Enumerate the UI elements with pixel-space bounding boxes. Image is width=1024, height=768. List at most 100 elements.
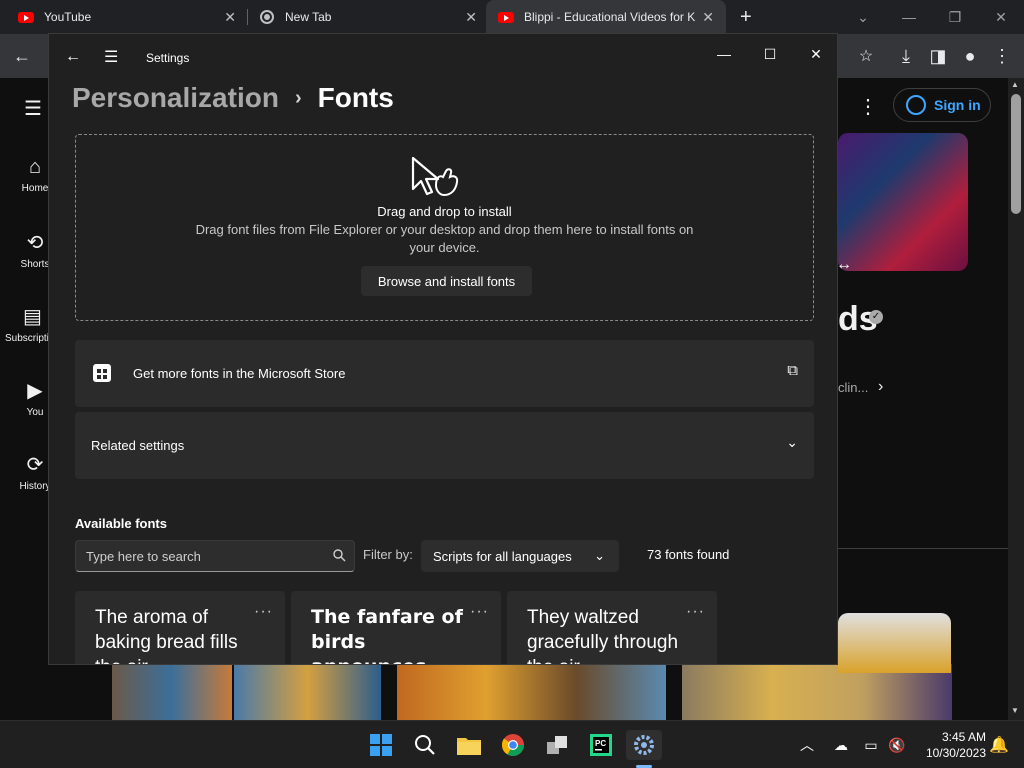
youtube-icon	[18, 9, 34, 25]
pycharm-icon[interactable]: PC	[586, 730, 616, 760]
hamburger-menu-icon[interactable]: ☰	[24, 96, 42, 121]
font-drop-zone[interactable]: Drag and drop to install Drag font files…	[75, 134, 814, 321]
chevron-down-icon: ⌄	[594, 548, 605, 563]
time: 3:45 AM	[941, 730, 986, 744]
maximize-icon[interactable]: ☐	[747, 40, 793, 68]
tab-blippi[interactable]: Blippi - Educational Videos for K ✕	[486, 0, 726, 34]
close-window-icon[interactable]: ✕	[793, 40, 837, 68]
side-panel-icon[interactable]: ◨	[924, 42, 952, 70]
download-icon[interactable]: ⤓	[892, 42, 920, 70]
font-preview-text: The aroma of baking bread fills the air	[95, 607, 238, 664]
tab-new-tab[interactable]: New Tab ✕	[259, 0, 481, 34]
onedrive-icon[interactable]: ☁	[826, 730, 856, 760]
hamburger-menu-icon[interactable]: ☰	[104, 47, 118, 67]
window-title: Settings	[146, 51, 190, 65]
date: 10/30/2023	[925, 746, 986, 760]
channel-description: clin...	[838, 380, 869, 395]
language-filter-dropdown[interactable]: Scripts for all languages ⌄	[421, 540, 619, 572]
store-icon	[93, 364, 111, 382]
volume-muted-icon[interactable]: 🔇	[882, 730, 912, 760]
font-search-input[interactable]: Type here to search	[75, 540, 355, 572]
back-arrow-icon[interactable]: ←	[65, 48, 81, 66]
tab-youtube[interactable]: YouTube ✕	[18, 0, 240, 34]
tab-title: New Tab	[285, 10, 332, 24]
search-icon[interactable]	[410, 730, 440, 760]
youtube-icon	[498, 9, 514, 25]
resize-cursor-icon: ↔	[836, 256, 852, 273]
font-preview-text: They waltzed gracefully through the air	[527, 607, 679, 664]
more-options-icon[interactable]: ⋮	[858, 94, 878, 119]
chevron-right-icon: ›	[294, 86, 302, 109]
search-icon	[333, 549, 346, 565]
more-options-icon[interactable]: ···	[686, 603, 705, 621]
more-options-icon[interactable]: ···	[254, 603, 273, 621]
minimize-icon[interactable]: —	[701, 40, 747, 68]
app-icon[interactable]	[542, 730, 572, 760]
search-placeholder: Type here to search	[86, 548, 201, 564]
chevron-down-icon: ⌄	[786, 434, 798, 450]
account-icon	[906, 95, 926, 115]
verified-badge-icon: ✓	[869, 310, 883, 324]
profile-icon[interactable]: ●	[956, 42, 984, 70]
chevron-right-icon[interactable]: ›	[878, 378, 883, 396]
nav-label: Home	[21, 183, 49, 194]
windows-start-icon[interactable]	[366, 730, 396, 760]
chrome-icon[interactable]	[498, 730, 528, 760]
font-preview-text: The fanfare of birds announces the morni…	[311, 606, 463, 664]
scroll-up-icon[interactable]: ▲	[1011, 80, 1019, 89]
available-fonts-heading: Available fonts	[75, 516, 167, 531]
page-title: Fonts	[317, 82, 394, 113]
nav-label: History	[19, 481, 51, 492]
font-card[interactable]: They waltzed gracefully through the air …	[507, 591, 717, 664]
breadcrumb: Personalization › Fonts	[72, 82, 394, 114]
font-card[interactable]: The fanfare of birds announces the morni…	[291, 591, 501, 664]
drop-heading: Drag and drop to install	[377, 204, 512, 219]
video-thumbnail[interactable]	[838, 613, 951, 673]
filter-value: Scripts for all languages	[433, 548, 572, 564]
new-tab-button[interactable]: +	[740, 0, 760, 34]
filter-label: Filter by:	[363, 547, 413, 562]
settings-gear-icon[interactable]	[626, 730, 662, 760]
nav-label: You	[26, 407, 44, 418]
close-tab-icon[interactable]: ✕	[702, 9, 714, 26]
breadcrumb-parent[interactable]: Personalization	[72, 82, 279, 114]
drop-description: Drag font files from File Explorer or yo…	[195, 222, 694, 255]
sign-in-button[interactable]: Sign in	[893, 88, 991, 122]
bookmark-star-icon[interactable]: ☆	[852, 42, 880, 70]
scrollbar-thumb[interactable]	[1011, 94, 1021, 214]
svg-text:PC: PC	[595, 739, 606, 748]
chevron-up-icon[interactable]: ︿	[792, 730, 822, 760]
close-window-icon[interactable]: ✕	[978, 0, 1024, 34]
windows-taskbar: PC ︿ ☁ ▭ 🔇 3:45 AM 10/30/2023 🔔	[0, 720, 1024, 768]
chrome-menu-icon[interactable]: ⋮	[988, 42, 1016, 70]
video-thumbnail[interactable]	[397, 664, 666, 720]
fonts-count: 73 fonts found	[647, 547, 730, 562]
related-settings-expander[interactable]: Related settings ⌄	[75, 412, 814, 479]
scroll-down-icon[interactable]: ▼	[1011, 706, 1019, 715]
channel-banner-image	[838, 133, 968, 271]
tab-title: Blippi - Educational Videos for K	[524, 10, 696, 24]
font-card[interactable]: The aroma of baking bread fills the air …	[75, 591, 285, 664]
close-tab-icon[interactable]: ✕	[224, 9, 236, 26]
plus-icon: +	[740, 5, 752, 28]
video-thumbnail[interactable]	[234, 664, 381, 720]
browse-install-fonts-button[interactable]: Browse and install fonts	[361, 266, 532, 296]
back-icon[interactable]: ←	[8, 42, 36, 70]
microsoft-store-link-card[interactable]: Get more fonts in the Microsoft Store ⧉	[75, 340, 814, 407]
minimize-icon[interactable]: —	[886, 0, 932, 34]
related-settings-label: Related settings	[91, 438, 185, 453]
store-link-label: Get more fonts in the Microsoft Store	[133, 366, 346, 381]
file-explorer-icon[interactable]	[454, 730, 484, 760]
open-external-icon: ⧉	[787, 362, 798, 379]
close-tab-icon[interactable]: ✕	[465, 9, 477, 26]
more-options-icon[interactable]: ···	[470, 603, 489, 621]
restore-icon[interactable]: ❐	[932, 0, 978, 34]
clock[interactable]: 3:45 AM 10/30/2023	[914, 729, 986, 761]
settings-window: ← ☰ Settings — ☐ ✕ Personalization › Fon…	[48, 33, 838, 665]
sign-in-label: Sign in	[934, 97, 981, 113]
chrome-icon	[259, 9, 275, 25]
tab-search-icon[interactable]: ⌄	[840, 0, 886, 34]
notification-bell-icon[interactable]: 🔔	[984, 730, 1014, 760]
video-thumbnail[interactable]	[112, 664, 232, 720]
nav-label: Shorts	[20, 259, 50, 270]
